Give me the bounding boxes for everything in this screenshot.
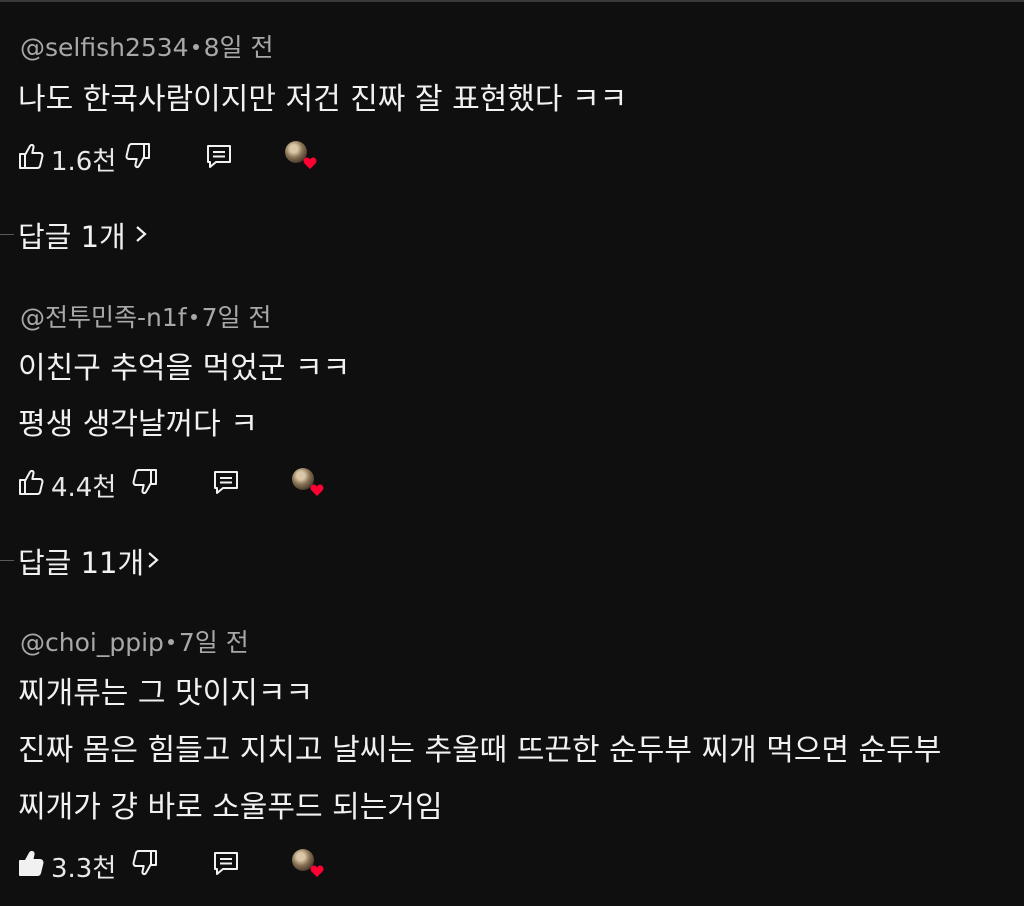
thumbs-up-icon	[17, 467, 45, 497]
separator-dot	[192, 44, 199, 50]
thread-branch-line	[0, 234, 14, 235]
comment-time[interactable]: 8일 전	[204, 33, 274, 62]
chevron-right-icon	[134, 224, 148, 248]
heart-icon	[310, 863, 324, 877]
comment-icon	[211, 467, 241, 497]
thumbs-down-icon	[131, 848, 159, 878]
comment-text: 찌개가 걍 바로 소울푸드 되는거임	[18, 790, 443, 825]
comment-time[interactable]: 7일 전	[202, 303, 272, 332]
view-replies-button[interactable]: 답글 11개	[0, 540, 240, 580]
replies-label: 답글 11개	[18, 546, 145, 580]
dislike-button[interactable]	[131, 462, 159, 502]
dislike-button[interactable]	[131, 843, 159, 883]
thread-branch-line	[0, 560, 14, 561]
view-replies-button[interactable]: 답글 1개	[0, 214, 240, 254]
reply-button[interactable]	[211, 843, 241, 883]
comment-meta: @전투민족-n1f 7일 전	[20, 298, 271, 334]
like-button[interactable]	[17, 462, 45, 502]
thumbs-up-icon	[17, 141, 45, 171]
comment-meta: @choi_ppip 7일 전	[20, 623, 249, 659]
dislike-button[interactable]	[124, 136, 152, 176]
thumbs-up-icon	[17, 848, 45, 878]
like-count: 4.4천	[51, 473, 117, 503]
heart-icon	[310, 482, 324, 496]
reply-button[interactable]	[204, 136, 234, 176]
comment-meta: @selfish2534 8일 전	[20, 28, 273, 64]
comment-author[interactable]: @전투민족-n1f	[20, 303, 187, 332]
like-button[interactable]	[17, 136, 45, 176]
thumbs-down-icon	[131, 467, 159, 497]
reply-button[interactable]	[211, 462, 241, 502]
comment-text: 찌개류는 그 맛이지ㅋㅋ	[18, 676, 314, 711]
comment-time[interactable]: 7일 전	[179, 628, 249, 657]
like-button[interactable]	[17, 843, 45, 883]
thumbs-down-icon	[124, 141, 152, 171]
heart-icon	[303, 155, 317, 169]
chevron-right-icon	[146, 550, 160, 574]
like-count: 1.6천	[51, 147, 117, 177]
comment-author[interactable]: @choi_ppip	[20, 628, 164, 657]
top-border	[0, 0, 1024, 2]
like-count: 3.3천	[51, 854, 117, 884]
comment-icon	[211, 848, 241, 878]
comment-text: 나도 한국사람이지만 저건 진짜 잘 표현했다 ㅋㅋ	[18, 82, 628, 117]
comment-author[interactable]: @selfish2534	[20, 33, 189, 62]
comment-icon	[204, 141, 234, 171]
separator-dot	[167, 639, 174, 645]
comment-text: 이친구 추억을 먹었군 ㅋㅋ	[18, 351, 351, 386]
replies-label: 답글 1개	[18, 220, 126, 254]
separator-dot	[190, 314, 197, 320]
comment-text: 진짜 몸은 힘들고 지치고 날씨는 추울때 뜨끈한 순두부 찌개 먹으면 순두부	[18, 733, 942, 768]
comment-text: 평생 생각날꺼다 ㅋ	[18, 407, 258, 442]
